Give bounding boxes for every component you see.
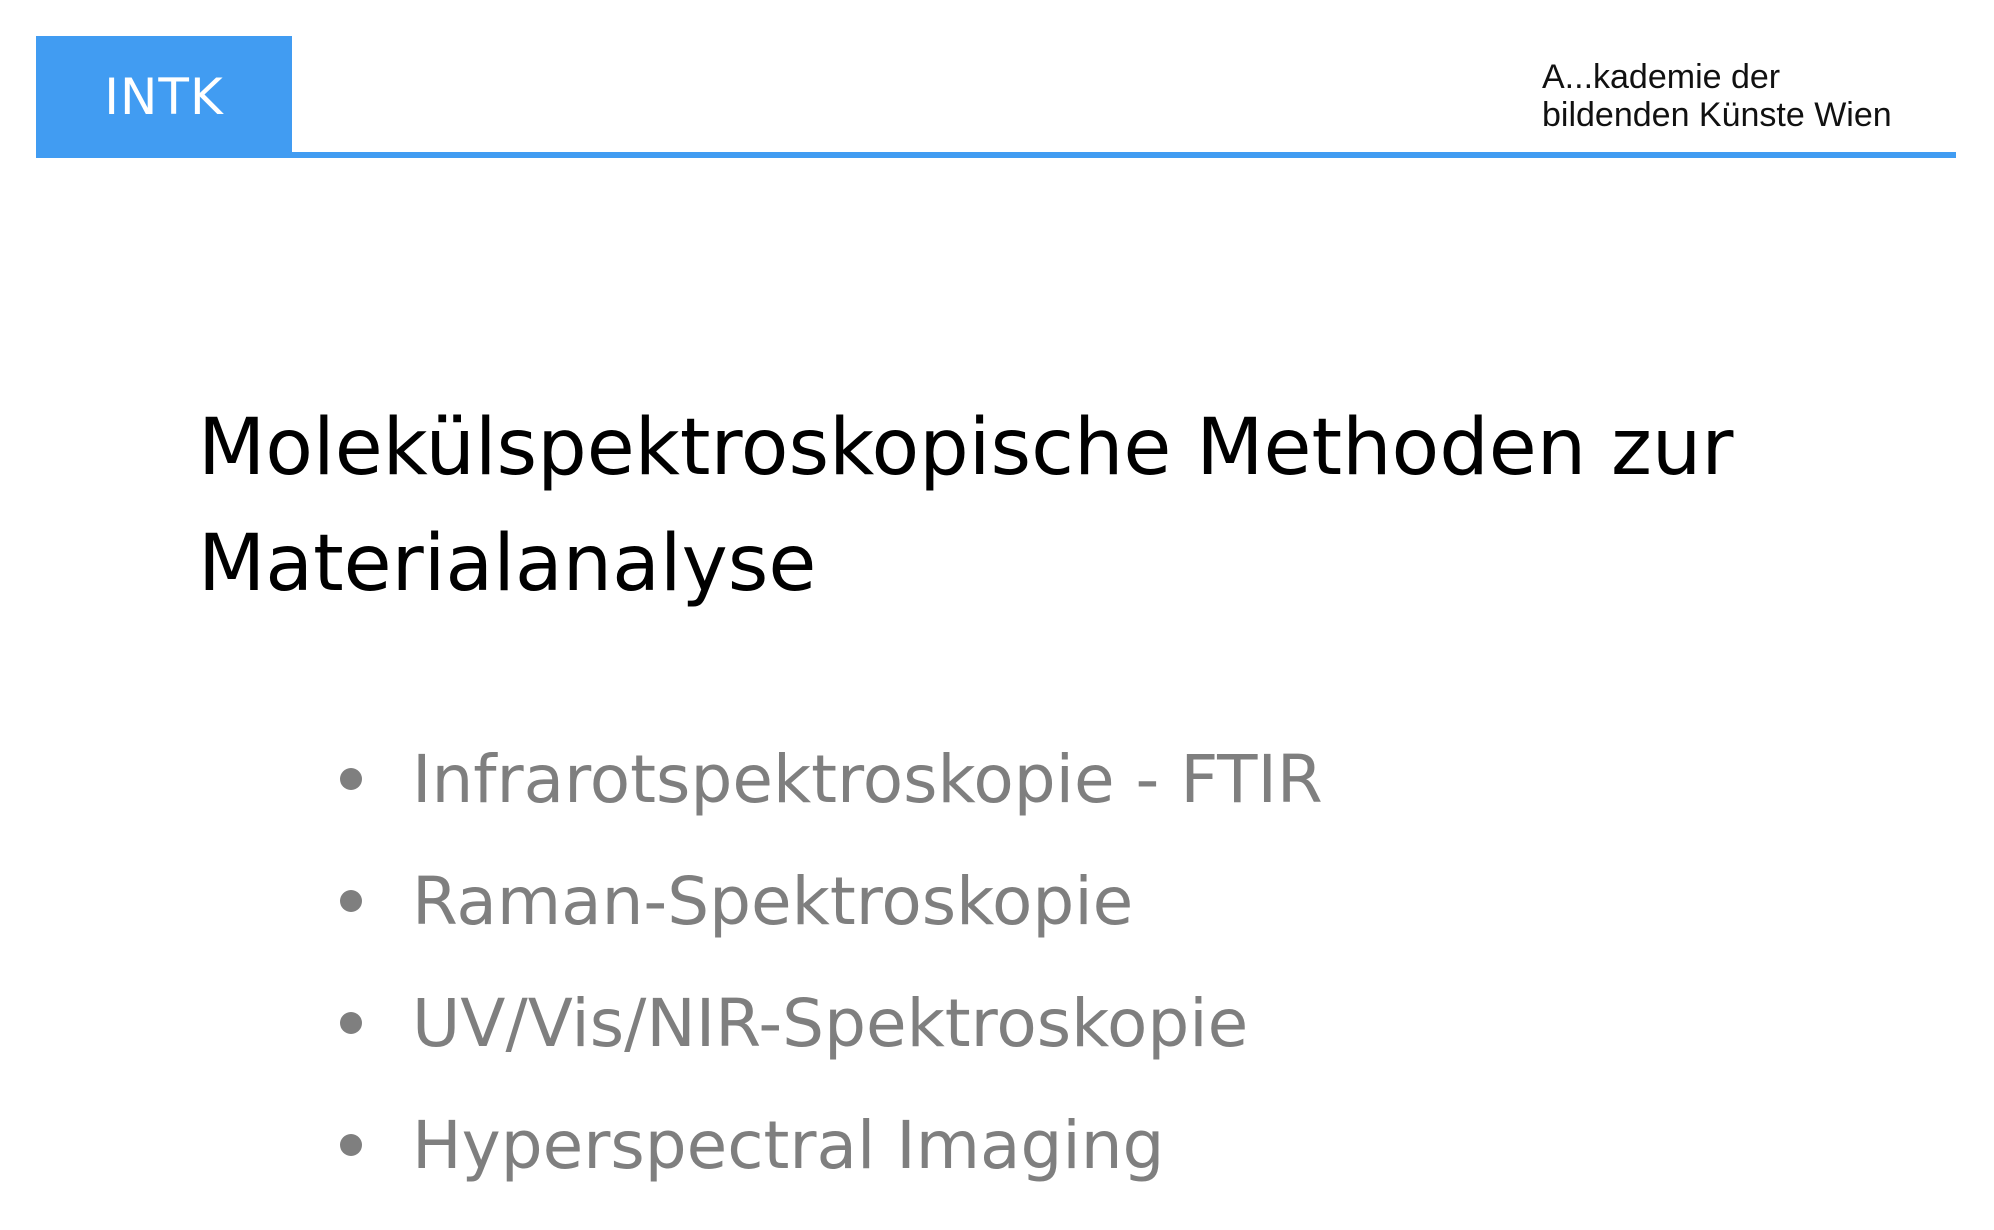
bullet-text: Infrarotspektroskopie - FTIR (412, 740, 1323, 818)
bullet-text: UV/Vis/NIR-Spektroskopie (412, 984, 1249, 1062)
institution-line-1: A...kademie der (1542, 58, 1781, 96)
bullet-list: Infrarotspektroskopie - FTIR Raman-Spekt… (338, 718, 1323, 1206)
intk-badge: INTK (36, 36, 292, 158)
bullet-text: Hyperspectral Imaging (412, 1106, 1165, 1184)
bullet-item: Hyperspectral Imaging (338, 1084, 1323, 1206)
bullet-text: Raman-Spektroskopie (412, 862, 1134, 940)
slide: INTK A...kademie der bildenden Künste Wi… (0, 0, 1994, 1230)
bullet-item: Raman-Spektroskopie (338, 840, 1323, 962)
badge-label: INTK (104, 68, 224, 126)
bullet-item: UV/Vis/NIR-Spektroskopie (338, 962, 1323, 1084)
title-line-1: Molekülspektroskopische Methoden zur (198, 403, 1734, 493)
bullet-dot-icon (340, 768, 362, 790)
title-line-2: Materialanalyse (198, 519, 817, 609)
bullet-item: Infrarotspektroskopie - FTIR (338, 718, 1323, 840)
institution-logo-text: A...kademie der bildenden Künste Wien (1542, 58, 1962, 134)
header-divider (36, 152, 1956, 158)
bullet-dot-icon (340, 1134, 362, 1156)
institution-line-2: bildenden Künste Wien (1542, 96, 1892, 134)
bullet-dot-icon (340, 890, 362, 912)
bullet-dot-icon (340, 1012, 362, 1034)
slide-title: Molekülspektroskopische Methoden zur Mat… (198, 390, 1898, 622)
